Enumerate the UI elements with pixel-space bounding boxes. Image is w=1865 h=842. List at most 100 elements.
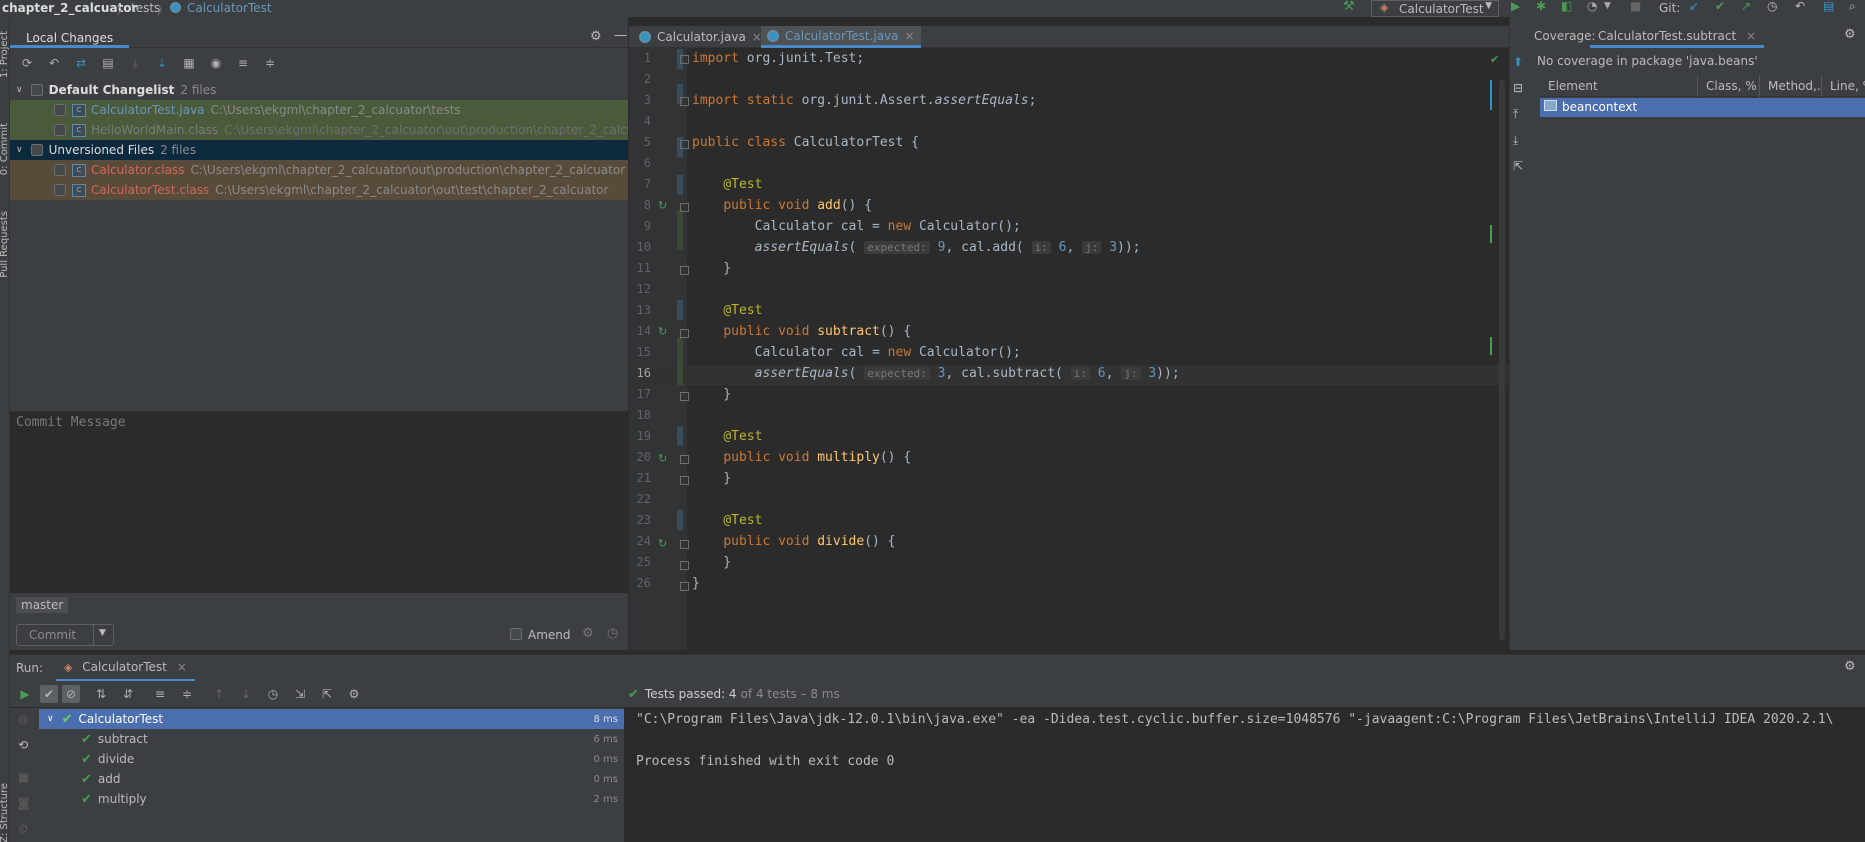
tab-coverage-subtract[interactable]: CalculatorTest.subtract ×	[1590, 26, 1765, 48]
project-structure-icon[interactable]: ▤	[1823, 0, 1834, 13]
fold-marker[interactable]	[680, 55, 689, 64]
commit-tool-tab[interactable]: 0: Commit	[0, 123, 10, 175]
navigate-from-icon[interactable]: ⤒	[1513, 107, 1518, 122]
tab-calculatortest-java[interactable]: CalculatorTest.java ×	[761, 26, 921, 48]
test-history-icon[interactable]: ◷	[264, 685, 282, 703]
stop-icon[interactable]: ■	[1630, 0, 1641, 13]
run-test-icon[interactable]: ↻	[658, 199, 667, 212]
fold-marker[interactable]	[680, 540, 689, 549]
sort-by-duration-icon[interactable]: ⇵	[119, 685, 137, 703]
column-line[interactable]: Line, %	[1822, 75, 1865, 97]
close-icon[interactable]: ×	[905, 29, 915, 43]
navigate-to-icon[interactable]: ⤓	[1513, 133, 1518, 148]
file-checkbox[interactable]	[54, 184, 66, 196]
tab-local-changes[interactable]: Local Changes	[10, 28, 130, 48]
test-row[interactable]: ✔ add 0 ms	[39, 769, 624, 789]
changelist-icon[interactable]: ▤	[99, 54, 117, 72]
tab-calculator-java[interactable]: Calculator.java ×	[633, 26, 768, 48]
changelist-default[interactable]: ∨ Default Changelist 2 files	[10, 80, 628, 100]
table-row[interactable]: beancontext	[1540, 98, 1865, 117]
inspection-ok-icon[interactable]: ✔	[1490, 53, 1499, 66]
flatten-packages-icon[interactable]: ⊟	[1513, 81, 1523, 95]
commit-button[interactable]: Commit ▼	[16, 624, 114, 646]
list-item[interactable]: C HelloWorldMain.class C:\Users\ekgml\ch…	[10, 120, 628, 140]
previous-failed-icon[interactable]: ↑	[210, 685, 228, 703]
project-tool-tab[interactable]: 1: Project	[0, 31, 10, 78]
show-passed-icon[interactable]: ✔	[40, 685, 58, 703]
chevron-down-icon[interactable]: ∨	[16, 145, 23, 155]
changelist-unversioned[interactable]: ∨ Unversioned Files 2 files	[10, 140, 628, 160]
next-failed-icon[interactable]: ↓	[237, 685, 255, 703]
run-icon[interactable]: ▶	[1511, 0, 1520, 13]
commit-message-area[interactable]: Commit Message	[10, 411, 628, 593]
fold-marker[interactable]	[680, 582, 689, 591]
editor-scrollbar[interactable]	[1499, 80, 1505, 640]
run-test-icon[interactable]: ↻	[658, 325, 667, 338]
file-checkbox[interactable]	[54, 104, 66, 116]
file-checkbox[interactable]	[54, 164, 66, 176]
test-row[interactable]: ✔ divide 0 ms	[39, 749, 624, 769]
fold-marker[interactable]	[680, 392, 689, 401]
gear-icon[interactable]: ⚙	[1844, 659, 1856, 674]
fold-marker[interactable]	[680, 329, 689, 338]
camera-icon[interactable]: ◙	[18, 796, 30, 810]
group-by-icon[interactable]: ▦	[180, 54, 198, 72]
fold-marker[interactable]	[680, 266, 689, 275]
column-element[interactable]: Element	[1540, 75, 1698, 97]
changelist-checkbox[interactable]	[30, 84, 43, 96]
test-row[interactable]: ✔ multiply 2 ms	[39, 789, 624, 809]
run-test-icon[interactable]: ↻	[658, 537, 667, 550]
search-icon[interactable]: ⌕	[1849, 0, 1856, 14]
diff-icon[interactable]: ⇄	[72, 54, 90, 72]
console-output[interactable]	[624, 708, 1865, 842]
export-tests-icon[interactable]: ⇱	[318, 685, 336, 703]
settings-icon[interactable]: ⚙	[18, 822, 29, 836]
import-tests-icon[interactable]: ⇲	[291, 685, 309, 703]
fold-marker[interactable]	[680, 476, 689, 485]
fold-marker[interactable]	[680, 203, 689, 212]
git-commit-icon[interactable]: ✔	[1715, 0, 1725, 13]
show-ignored-icon[interactable]: ⊘	[62, 685, 80, 703]
chevron-down-icon[interactable]: ∨	[16, 85, 23, 95]
sort-alphabetically-icon[interactable]: ⇅	[92, 685, 110, 703]
rerun-icon[interactable]: ▶	[16, 685, 34, 703]
changelist-checkbox[interactable]	[30, 144, 43, 156]
collapse-all-icon[interactable]: ≑	[261, 54, 279, 72]
refresh-icon[interactable]: ⟳	[18, 54, 36, 72]
chevron-down-icon[interactable]: ▼	[99, 628, 106, 638]
column-method[interactable]: Method,...	[1760, 75, 1822, 97]
git-push-icon[interactable]: ↗	[1741, 0, 1751, 13]
expand-all-icon[interactable]: ≡	[234, 54, 252, 72]
amend-checkbox[interactable]	[510, 628, 522, 640]
list-item[interactable]: C CalculatorTest.java C:\Users\ekgml\cha…	[10, 100, 628, 120]
rollback-icon[interactable]: ↶	[1795, 0, 1805, 13]
file-checkbox[interactable]	[54, 124, 66, 136]
list-item[interactable]: C Calculator.class C:\Users\ekgml\chapte…	[10, 160, 628, 180]
run-test-icon[interactable]: ↻	[658, 452, 667, 465]
collapse-all-icon[interactable]: ≑	[178, 685, 196, 703]
git-update-icon[interactable]: ↙	[1689, 0, 1699, 13]
pull-requests-tool-tab[interactable]: Pull Requests	[0, 211, 10, 278]
fold-marker[interactable]	[680, 561, 689, 570]
gear-icon[interactable]: ⚙	[590, 29, 602, 44]
chevron-down-icon[interactable]: ∨	[47, 714, 54, 724]
list-item[interactable]: C CalculatorTest.class C:\Users\ekgml\ch…	[10, 180, 628, 200]
fold-marker[interactable]	[680, 140, 689, 149]
export-icon[interactable]: ⇱	[1513, 159, 1523, 173]
gear-icon[interactable]: ⚙	[345, 685, 363, 703]
history-icon[interactable]: ◷	[1767, 0, 1777, 13]
pin-icon[interactable]: ◍	[18, 712, 28, 726]
chevron-down-icon[interactable]: ▼	[1604, 1, 1611, 11]
fold-marker[interactable]	[680, 455, 689, 464]
close-icon[interactable]: ×	[1746, 29, 1756, 43]
structure-tool-tab[interactable]: Z: Structure	[0, 783, 10, 842]
clock-icon[interactable]: ◷	[607, 626, 618, 641]
eye-icon[interactable]: ◉	[207, 54, 225, 72]
rerun-failed-icon[interactable]: ⟲	[18, 738, 28, 752]
tab-run-calculatortest[interactable]: ◈ CalculatorTest ×	[56, 655, 195, 682]
gear-icon[interactable]: ⚙	[1844, 27, 1856, 42]
expand-all-icon[interactable]: ≡	[151, 685, 169, 703]
branch-badge[interactable]: master	[16, 597, 69, 613]
hide-icon[interactable]: —	[614, 28, 627, 43]
fold-marker[interactable]	[680, 97, 689, 106]
